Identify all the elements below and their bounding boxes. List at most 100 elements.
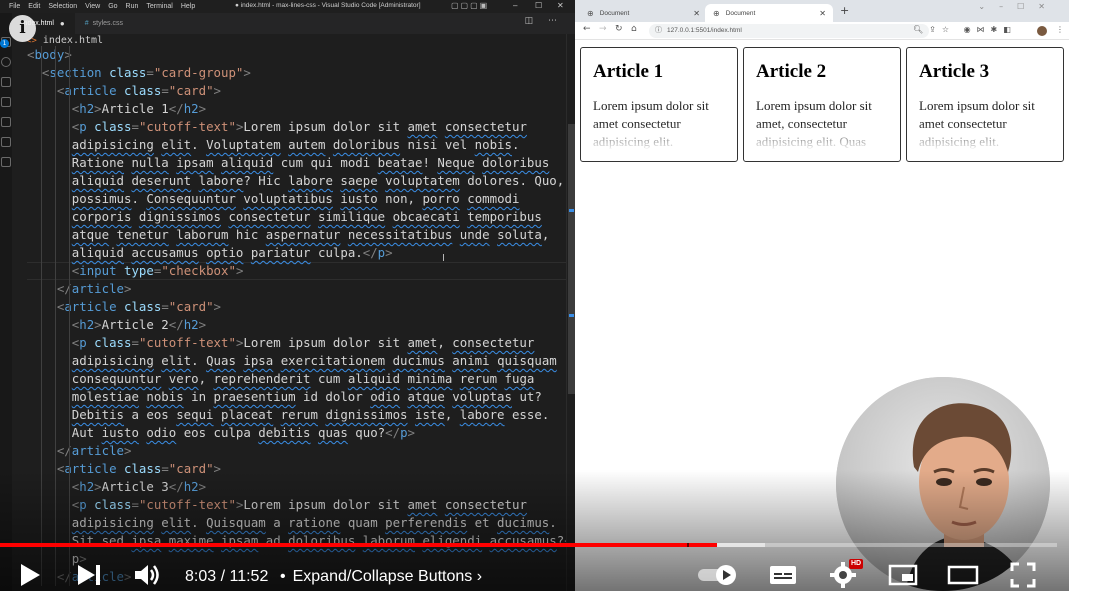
card-text: Lorem ipsum dolor sit amet consectetur a… xyxy=(593,98,709,149)
modified-dot-icon[interactable]: ● xyxy=(60,19,65,28)
vscode-titlebar: File Edit Selection View Go Run Terminal Help ●… xyxy=(0,0,575,13)
code-line[interactable]: possimus. Consequuntur voluptatibus iust… xyxy=(27,190,575,208)
volume-icon[interactable] xyxy=(132,558,162,591)
profile-avatar[interactable] xyxy=(1037,26,1047,36)
indent-guide xyxy=(55,46,56,586)
tab-styles-css[interactable]: # styles.css xyxy=(75,13,133,34)
browser-tab[interactable]: ⊕ Document ✕ xyxy=(579,4,707,22)
editor-tabs: index.html ● # styles.css xyxy=(12,13,575,34)
code-line[interactable]: aliquid deserunt labore? Hic labore saep… xyxy=(27,172,575,190)
next-icon[interactable] xyxy=(74,558,104,591)
activity-bar: 1 xyxy=(0,13,12,591)
code-line[interactable]: </article> xyxy=(27,442,575,460)
code-line[interactable]: Ratione nulla ipsam aliquid cum qui modi… xyxy=(27,154,575,172)
code-line[interactable]: adipisicing elit. Quisquam a ratione qua… xyxy=(27,514,575,532)
scroll-marker xyxy=(569,314,574,317)
site-info-icon[interactable]: ⓘ xyxy=(655,24,662,38)
globe-icon: ⊕ xyxy=(587,8,594,18)
code-line[interactable]: </article> xyxy=(27,280,575,298)
theater-icon[interactable] xyxy=(945,558,981,591)
close-tab-icon[interactable]: ✕ xyxy=(693,9,700,18)
progress-bar[interactable] xyxy=(0,543,1057,547)
code-line[interactable]: <article class="card"> xyxy=(27,298,575,316)
info-icon[interactable]: i xyxy=(9,15,36,42)
menu-item[interactable]: View xyxy=(85,3,100,10)
code-line[interactable]: atque tenetur laborum hic aspernatur nec… xyxy=(27,226,575,244)
reload-icon[interactable]: ↻ xyxy=(615,24,623,34)
code-line[interactable]: <h2>Article 2</h2> xyxy=(27,316,575,334)
subtitles-icon[interactable] xyxy=(766,558,800,591)
close-tab-icon[interactable]: ✕ xyxy=(819,9,826,18)
browser-window-controls[interactable]: ⌄–☐✕ xyxy=(978,2,1059,11)
code-line[interactable]: <p class="cutoff-text">Lorem ipsum dolor… xyxy=(27,118,575,136)
code-line[interactable]: <body> xyxy=(27,46,575,64)
code-editor[interactable]: <body> <section class="card-group"> <art… xyxy=(27,46,575,586)
code-line[interactable]: aliquid accusamus optio pariatur culpa.<… xyxy=(27,244,575,262)
code-line[interactable]: <input type="checkbox"> xyxy=(27,262,575,280)
close-icon[interactable]: ✕ xyxy=(557,1,564,10)
browser-toolbar: ← → ↻ ⌂ ⓘ 127.0.0.1:5501/index.html 🔍︎⇪☆… xyxy=(575,22,1069,40)
code-line[interactable]: <article class="card"> xyxy=(27,82,575,100)
chapter-title-button[interactable]: • Expand/Collapse Buttons › xyxy=(280,568,482,586)
maximize-icon[interactable]: ☐ xyxy=(535,1,542,10)
code-line[interactable]: adipisicing elit. Voluptatem autem dolor… xyxy=(27,136,575,154)
card-group: Article 1 Lorem ipsum dolor sit amet con… xyxy=(580,47,1064,162)
autoplay-toggle-icon[interactable] xyxy=(693,558,743,591)
code-line[interactable]: corporis dignissimos consectetur similiq… xyxy=(27,208,575,226)
card-text: Lorem ipsum dolor sit amet, consectetur … xyxy=(756,98,872,149)
browser-menu-icon[interactable]: ⋮ xyxy=(1056,25,1064,34)
scrollbar-thumb[interactable] xyxy=(568,124,575,394)
browser-tab-active[interactable]: ⊕ Document ✕ xyxy=(705,4,833,22)
code-line[interactable]: <h2>Article 1</h2> xyxy=(27,100,575,118)
menu-item[interactable]: Help xyxy=(181,3,195,10)
code-line[interactable]: consequuntur vero, reprehenderit cum ali… xyxy=(27,370,575,388)
menu-item[interactable]: Go xyxy=(108,3,117,10)
code-line[interactable]: <h2>Article 3</h2> xyxy=(27,478,575,496)
chapter-bullet: • xyxy=(280,568,286,585)
text-cursor-icon: I xyxy=(442,253,445,264)
split-editor-icon[interactable]: ◫ ⋯ xyxy=(525,16,563,26)
article-card: Article 3 Lorem ipsum dolor sit amet con… xyxy=(906,47,1064,162)
menu-item[interactable]: File xyxy=(9,3,20,10)
address-bar[interactable]: ⓘ 127.0.0.1:5501/index.html xyxy=(649,24,929,38)
menu-item[interactable]: Edit xyxy=(28,3,40,10)
code-line[interactable]: Sit sed ipsa maxime ipsam ad doloribus l… xyxy=(27,532,575,550)
video-frame[interactable]: File Edit Selection View Go Run Terminal Help ●… xyxy=(0,0,1069,591)
code-line[interactable]: <p class="cutoff-text">Lorem ipsum dolor… xyxy=(27,334,575,352)
extensions-icon[interactable] xyxy=(1,117,11,127)
article-card: Article 1 Lorem ipsum dolor sit amet con… xyxy=(580,47,738,162)
search-icon[interactable] xyxy=(1,57,11,67)
breadcrumb[interactable]: <> index.html xyxy=(26,35,103,46)
new-tab-button[interactable]: + xyxy=(840,4,849,17)
code-line[interactable]: Aut iusto odio eos culpa debitis quas qu… xyxy=(27,424,575,442)
remote-icon[interactable] xyxy=(1,137,11,147)
scroll-marker xyxy=(569,209,574,212)
menu-item[interactable]: Selection xyxy=(48,3,77,10)
code-line[interactable]: <article class="card"> xyxy=(27,460,575,478)
chapter-title: Expand/Collapse Buttons xyxy=(292,568,473,585)
browser-tab-label: Document xyxy=(725,9,756,17)
code-line[interactable]: molestiae nobis in praesentium id dolor … xyxy=(27,388,575,406)
editor-scrollbar[interactable] xyxy=(566,34,575,591)
forward-icon[interactable]: → xyxy=(599,24,607,34)
code-line[interactable]: adipisicing elit. Quas ipsa exercitation… xyxy=(27,352,575,370)
miniplayer-icon[interactable] xyxy=(886,558,920,591)
play-icon[interactable] xyxy=(14,558,46,591)
fullscreen-icon[interactable] xyxy=(1006,558,1040,591)
breadcrumb-file[interactable]: index.html xyxy=(43,35,103,46)
home-icon[interactable]: ⌂ xyxy=(631,24,637,34)
minimize-icon[interactable]: – xyxy=(513,1,517,10)
globe-icon: ⊕ xyxy=(713,8,720,18)
card-text: Lorem ipsum dolor sit amet consectetur a… xyxy=(919,98,1035,149)
layout-toggle-icons[interactable]: ▢▢▢▣ xyxy=(451,1,489,10)
menu-item[interactable]: Terminal xyxy=(146,3,172,10)
back-icon[interactable]: ← xyxy=(583,24,591,34)
run-debug-icon[interactable] xyxy=(1,97,11,107)
browser-extension-icons[interactable]: 🔍︎⇪☆ ◉⋈✱◧ xyxy=(913,25,1017,34)
code-line[interactable]: Debitis a eos sequi placeat rerum dignis… xyxy=(27,406,575,424)
code-line[interactable]: <p class="cutoff-text">Lorem ipsum dolor… xyxy=(27,496,575,514)
menu-item[interactable]: Run xyxy=(126,3,139,10)
live-share-icon[interactable] xyxy=(1,157,11,167)
source-control-icon[interactable] xyxy=(1,77,11,87)
code-line[interactable]: <section class="card-group"> xyxy=(27,64,575,82)
